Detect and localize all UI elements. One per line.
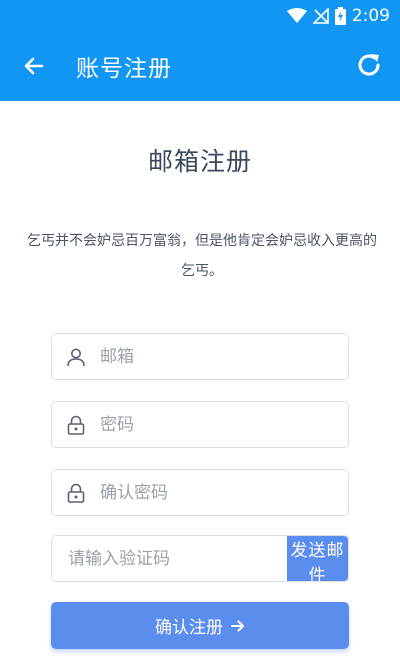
- lock-icon: [52, 415, 100, 435]
- arrow-left-icon: [24, 57, 44, 75]
- battery-charging-icon: [334, 7, 346, 25]
- refresh-button[interactable]: [352, 48, 386, 82]
- submit-label: 确认注册: [155, 618, 223, 638]
- refresh-icon: [358, 54, 380, 76]
- status-bar: 2:09: [286, 4, 390, 28]
- wifi-icon: [286, 8, 307, 24]
- verification-row: 发送邮件: [51, 535, 349, 582]
- password-input[interactable]: [100, 414, 330, 435]
- confirm-password-input[interactable]: [100, 482, 330, 503]
- verification-code-input[interactable]: [52, 536, 287, 581]
- back-button[interactable]: [18, 50, 50, 82]
- page-heading: 邮箱注册: [147, 147, 252, 176]
- send-email-button[interactable]: 发送邮件: [287, 536, 348, 581]
- toolbar-title: 账号注册: [76, 56, 172, 82]
- status-time: 2:09: [351, 6, 390, 26]
- no-signal-icon: [312, 8, 329, 24]
- confirm-register-button[interactable]: 确认注册: [51, 602, 349, 649]
- lock-icon: [52, 483, 100, 503]
- email-field[interactable]: [51, 333, 349, 380]
- app-bar: 2:09 账号注册: [0, 0, 400, 101]
- arrow-right-icon: [231, 620, 244, 631]
- email-input[interactable]: [100, 346, 330, 367]
- user-icon: [52, 347, 100, 367]
- confirm-password-field[interactable]: [51, 469, 349, 516]
- password-field[interactable]: [51, 401, 349, 448]
- quote-text: 乞丐并不会妒忌百万富翁，但是他肯定会妒忌收入更高的乞丐。: [27, 233, 377, 279]
